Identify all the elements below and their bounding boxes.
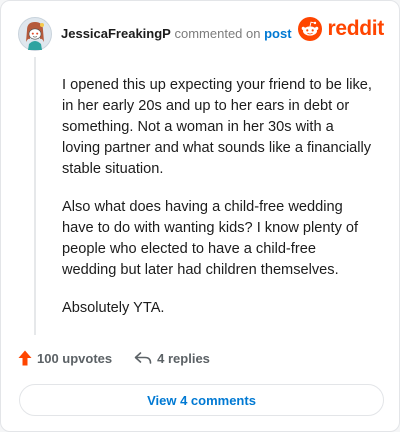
user-avatar[interactable] — [18, 17, 52, 51]
reply-count: 4 replies — [157, 350, 210, 366]
reddit-logo[interactable]: reddit — [298, 17, 384, 41]
comment-card: JessicaFreakingP commented on post reddi… — [0, 0, 400, 432]
reddit-snoo-icon — [298, 17, 323, 41]
comment-paragraph: Also what does having a child-free weddi… — [62, 199, 359, 278]
username-link[interactable]: JessicaFreakingP — [61, 26, 171, 41]
reddit-wordmark: reddit — [327, 17, 384, 40]
reply-arrow-icon — [134, 352, 152, 364]
view-comments-button[interactable]: View 4 comments — [19, 384, 384, 416]
reply-button[interactable]: 4 replies — [134, 351, 210, 366]
action-text: commented on — [174, 26, 261, 41]
comment-footer: 100 upvotes 4 replies — [18, 350, 210, 366]
post-link[interactable]: post — [264, 26, 291, 41]
comment-paragraph: I opened this up expecting your friend t… — [62, 77, 372, 177]
upvote-arrow-icon — [18, 350, 32, 366]
upvote-button[interactable]: 100 upvotes — [18, 350, 112, 366]
comment-header: JessicaFreakingP commented on post — [61, 26, 292, 42]
snoo-avatar-icon — [18, 17, 52, 51]
comment-paragraph: Absolutely YTA. — [62, 300, 165, 316]
comment-body: I opened this up expecting your friend t… — [62, 75, 374, 336]
thread-line[interactable] — [34, 57, 36, 335]
upvote-count: 100 upvotes — [37, 350, 113, 366]
